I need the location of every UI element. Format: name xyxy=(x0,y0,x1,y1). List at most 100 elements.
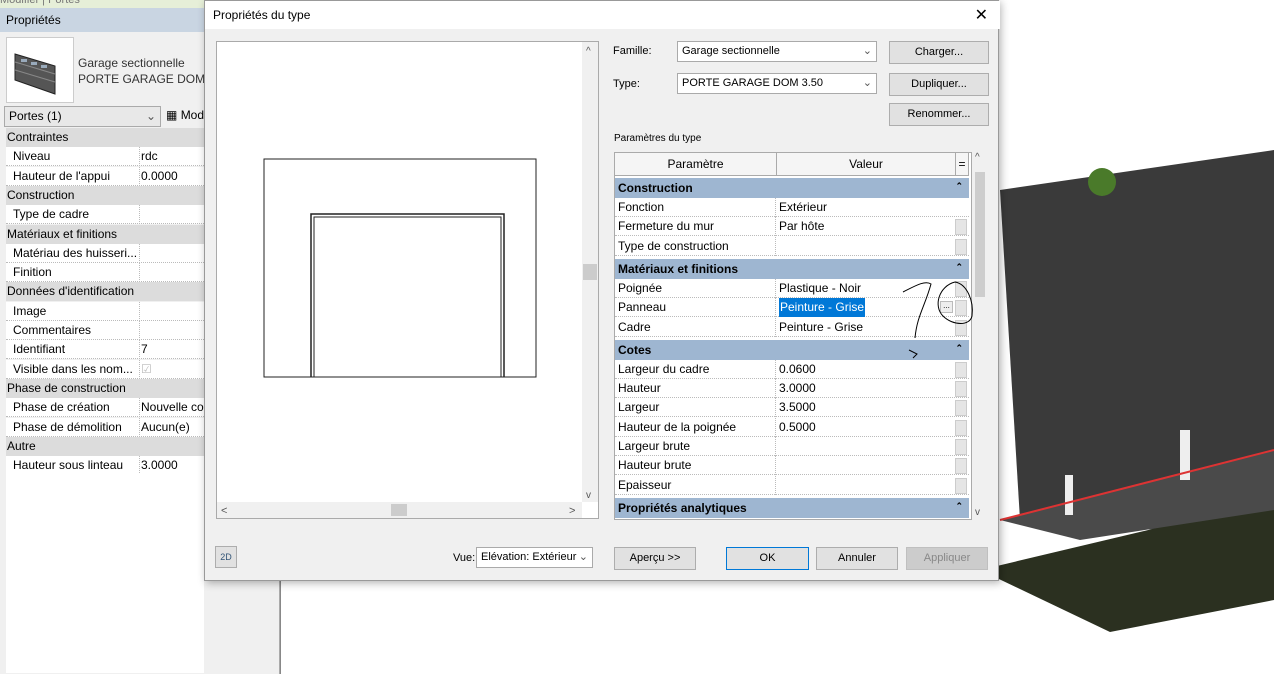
annuler-button[interactable]: Annuler xyxy=(816,547,898,570)
property-name: Commentaires xyxy=(13,321,140,340)
param-name: Hauteur de la poignée xyxy=(618,417,776,437)
formula-checkbox[interactable] xyxy=(955,419,967,436)
famille-label: Famille: xyxy=(613,45,652,57)
group-construction[interactable]: Construction ⌃ xyxy=(615,178,969,198)
property-name: Image xyxy=(13,301,140,321)
group-label: Cotes xyxy=(618,342,652,357)
param-row-fonction[interactable]: Fonction Extérieur xyxy=(615,198,969,217)
appliquer-button[interactable]: Appliquer xyxy=(906,547,988,570)
vue-label: Vue: xyxy=(453,552,476,564)
param-value[interactable]: 0.0600 xyxy=(779,360,816,379)
param-name: Fonction xyxy=(618,198,776,217)
close-icon[interactable]: ✕ xyxy=(975,5,988,25)
group-label: Construction xyxy=(618,181,693,195)
formula-checkbox[interactable] xyxy=(955,400,967,417)
dupliquer-button[interactable]: Dupliquer... xyxy=(889,73,989,96)
param-row-epaisseur[interactable]: Epaisseur xyxy=(615,475,969,495)
chevron-down-icon: ⌄ xyxy=(862,45,872,57)
param-name: Cadre xyxy=(618,317,776,337)
chevron-down-icon: ⌄ xyxy=(145,109,156,123)
formula-checkbox[interactable] xyxy=(955,458,967,475)
param-value[interactable]: Extérieur xyxy=(779,198,827,217)
renommer-button[interactable]: Renommer... xyxy=(889,103,989,126)
param-name: Epaisseur xyxy=(618,475,776,495)
param-name: Fermeture du mur xyxy=(618,217,776,237)
property-value[interactable]: rdc xyxy=(137,147,158,166)
svg-text:^: ^ xyxy=(586,46,591,57)
property-name: Visible dans les nom... xyxy=(13,359,140,379)
formula-checkbox[interactable] xyxy=(955,477,967,494)
param-value[interactable]: Par hôte xyxy=(779,217,824,236)
vue-value: Elévation: Extérieur xyxy=(481,551,577,563)
param-name: Hauteur xyxy=(618,379,776,399)
property-name: Identifiant xyxy=(13,340,140,360)
2d-toggle-icon[interactable]: 2D xyxy=(215,546,237,568)
scroll-down-icon[interactable]: v xyxy=(975,507,980,518)
param-value[interactable]: Peinture - Grise xyxy=(779,298,866,318)
group-proprietes-analytiques[interactable]: Propriétés analytiques ⌃ xyxy=(615,496,969,518)
column-header-parametre[interactable]: Paramètre xyxy=(615,153,777,176)
property-name: Niveau xyxy=(13,147,140,167)
param-name: Largeur du cadre xyxy=(618,359,776,379)
svg-text:v: v xyxy=(586,490,591,501)
column-header-valeur[interactable]: Valeur xyxy=(777,153,956,176)
property-name: Hauteur de l'appui xyxy=(13,166,140,186)
param-value[interactable]: 3.0000 xyxy=(779,379,816,398)
param-row-largeur[interactable]: Largeur 3.5000 xyxy=(615,398,969,418)
preview-pane: ^ v < > xyxy=(216,41,599,519)
handwritten-annotation xyxy=(902,281,973,359)
param-row-hauteur[interactable]: Hauteur 3.0000 xyxy=(615,379,969,399)
family-name: Garage sectionnelle xyxy=(78,56,185,70)
property-name: Type de cadre xyxy=(13,205,140,225)
svg-text:>: > xyxy=(569,505,575,517)
param-name: Type de construction xyxy=(618,236,776,256)
formula-checkbox[interactable] xyxy=(955,219,967,236)
param-value[interactable]: 3.5000 xyxy=(779,398,816,417)
type-value: PORTE GARAGE DOM 3.50 xyxy=(682,77,824,89)
property-value[interactable]: Aucun(e) xyxy=(137,418,190,437)
property-name: Finition xyxy=(13,263,140,283)
property-value[interactable]: 7 xyxy=(137,340,148,359)
chevron-down-icon: ⌄ xyxy=(862,77,872,89)
param-row-largeur-brute[interactable]: Largeur brute xyxy=(615,437,969,456)
collapse-icon[interactable]: ⌃ xyxy=(955,257,963,277)
dialog-title: Propriétés du type xyxy=(205,1,1000,29)
param-name: Panneau xyxy=(618,298,776,318)
panel-blank xyxy=(6,473,204,673)
formula-checkbox[interactable] xyxy=(955,238,967,255)
apercu-button[interactable]: Aperçu >> xyxy=(614,547,696,570)
param-name: Largeur brute xyxy=(618,437,776,456)
type-dropdown[interactable]: PORTE GARAGE DOM 3.50 ⌄ xyxy=(677,73,877,94)
property-name: Phase de démolition xyxy=(13,417,140,437)
param-value[interactable]: 0.5000 xyxy=(779,418,816,437)
param-name: Hauteur brute xyxy=(618,456,776,476)
column-header-equals[interactable]: = xyxy=(956,153,969,176)
chevron-down-icon: ⌄ xyxy=(578,551,588,563)
vue-dropdown[interactable]: Elévation: Extérieur ⌄ xyxy=(476,547,593,568)
property-name: Phase de création xyxy=(13,398,140,418)
scroll-up-icon[interactable]: ^ xyxy=(975,152,980,163)
formula-checkbox[interactable] xyxy=(955,439,967,455)
param-name: Largeur xyxy=(618,398,776,418)
param-value[interactable]: Plastique - Noir xyxy=(779,279,861,298)
ok-button[interactable]: OK xyxy=(726,547,809,570)
category-selector[interactable]: Portes (1) ⌄ xyxy=(4,106,161,127)
group-label: Matériaux et finitions xyxy=(618,261,739,276)
param-value[interactable]: Peinture - Grise xyxy=(779,318,863,337)
param-row-type-de-construction[interactable]: Type de construction xyxy=(615,236,969,256)
door-thumbnail xyxy=(6,37,74,103)
param-row-hauteur-brute[interactable]: Hauteur brute xyxy=(615,456,969,476)
property-value[interactable]: ☑ xyxy=(137,360,152,379)
param-row-hauteur-de-la-poignee[interactable]: Hauteur de la poignée 0.5000 xyxy=(615,417,969,437)
selector-value: Portes (1) xyxy=(9,109,62,123)
property-name: Matériau des huisseri... xyxy=(13,243,140,263)
group-label: Propriétés analytiques xyxy=(618,500,747,515)
param-row-fermeture-du-mur[interactable]: Fermeture du mur Par hôte xyxy=(615,217,969,237)
formula-checkbox[interactable] xyxy=(955,381,967,398)
collapse-icon[interactable]: ⌃ xyxy=(955,496,963,516)
property-value[interactable]: 0.0000 xyxy=(137,167,178,186)
collapse-icon[interactable]: ⌃ xyxy=(955,176,963,196)
charger-button[interactable]: Charger... xyxy=(889,41,989,64)
famille-dropdown[interactable]: Garage sectionnelle ⌄ xyxy=(677,41,877,62)
svg-text:<: < xyxy=(221,505,227,517)
